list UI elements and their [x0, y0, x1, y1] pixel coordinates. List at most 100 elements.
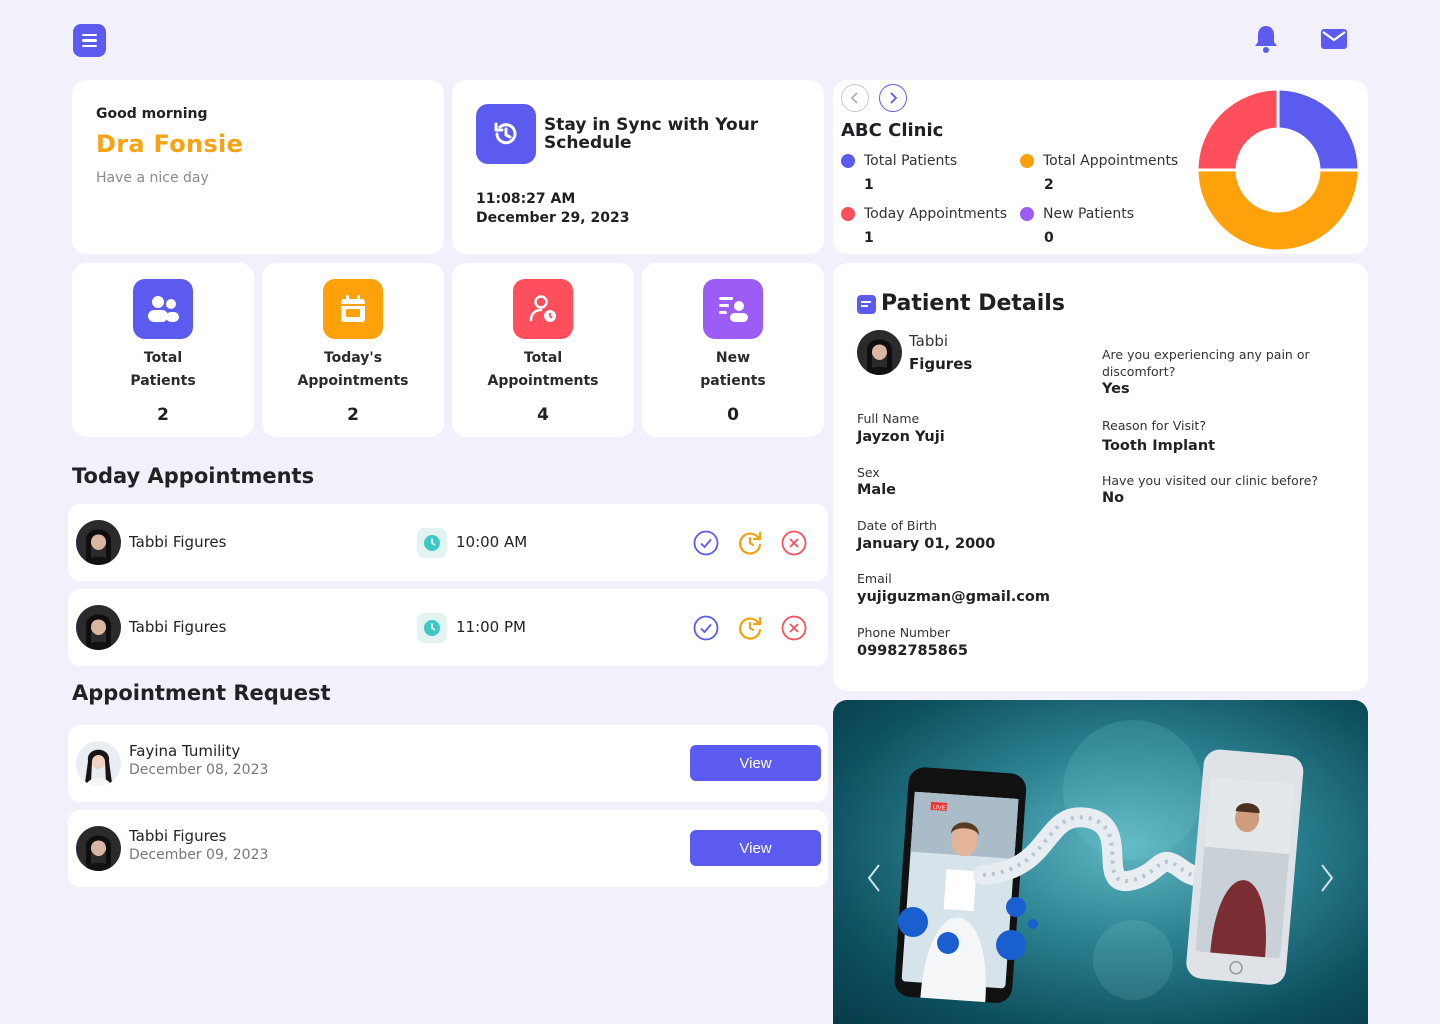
stat-card-new-patients: New patients 0 — [642, 263, 824, 437]
user-clock-icon — [529, 295, 556, 322]
stat-card-todays-appointments: Today's Appointments 2 — [262, 263, 444, 437]
clock-icon-box — [417, 528, 447, 558]
legend-dot — [841, 207, 855, 221]
view-button[interactable]: View — [690, 745, 821, 781]
legend-dot — [841, 154, 855, 168]
clock-icon — [424, 535, 440, 551]
check-icon[interactable] — [693, 615, 719, 641]
history-icon — [494, 122, 517, 145]
legend-today-appointments: Today Appointments — [841, 206, 1007, 222]
request-row: Fayina Tumility December 08, 2023 View — [68, 725, 828, 802]
clinic-donut-chart — [1196, 88, 1360, 252]
question-label: Are you experiencing any pain or discomf… — [1102, 347, 1310, 379]
reschedule-icon[interactable] — [737, 530, 763, 556]
stat-value: 0 — [727, 405, 739, 425]
bell-icon[interactable] — [1253, 24, 1279, 54]
chevron-left-icon — [850, 92, 858, 104]
request-row: Tabbi Figures December 09, 2023 View — [68, 810, 828, 887]
current-date: December 29, 2023 — [476, 210, 630, 226]
calendar-icon — [341, 295, 365, 322]
stat-label: Today's — [323, 350, 383, 366]
field-value: January 01, 2000 — [857, 536, 996, 552]
question-answer: No — [1102, 490, 1125, 506]
field-label: Phone Number — [857, 625, 950, 640]
stat-card-total-patients: Total Patients 2 — [72, 263, 254, 437]
patient-name: Tabbi Figures — [129, 533, 227, 551]
users-icon — [148, 296, 179, 322]
next-button[interactable] — [879, 84, 907, 112]
cancel-icon[interactable] — [781, 615, 807, 641]
stat-value: 2 — [347, 405, 359, 425]
chevron-left-icon[interactable] — [867, 864, 880, 892]
check-icon[interactable] — [693, 530, 719, 556]
stat-icon-box — [703, 279, 763, 339]
stat-label: patients — [700, 373, 766, 389]
greeting-subtitle: Have a nice day — [96, 170, 209, 186]
legend-dot — [1020, 207, 1034, 221]
telemedicine-banner: LIVE — [833, 700, 1368, 1024]
schedule-card: Stay in Sync with Your Schedule 11:08:27… — [452, 80, 824, 254]
patient-name: Tabbi Figures — [129, 618, 227, 636]
avatar — [76, 605, 121, 650]
question-label: Have you visited our clinic before? — [1102, 473, 1319, 488]
appointment-time: 10:00 AM — [456, 533, 528, 551]
mail-icon[interactable] — [1320, 27, 1348, 51]
request-date: December 09, 2023 — [129, 847, 269, 863]
stat-label: Total — [523, 350, 563, 366]
legend-total-appointments: Total Appointments — [1020, 153, 1178, 169]
greeting-card: Good morning Dra Fonsie Have a nice day — [72, 80, 444, 254]
field-value: 09982785865 — [857, 643, 968, 659]
appointment-row: Tabbi Figures 11:00 PM — [68, 589, 828, 666]
field-value: Male — [857, 482, 897, 498]
stat-value: 2 — [157, 405, 169, 425]
chevron-right-icon — [890, 92, 898, 104]
stat-icon-box — [323, 279, 383, 339]
legend-value: 1 — [864, 177, 874, 193]
question-answer: Yes — [1102, 381, 1130, 397]
legend-value: 2 — [1044, 177, 1054, 193]
reschedule-icon[interactable] — [737, 615, 763, 641]
stat-value: 4 — [537, 405, 549, 425]
question-answer: Tooth Implant — [1102, 438, 1216, 454]
today-appointments-title: Today Appointments — [72, 464, 315, 488]
user-list-icon — [719, 297, 748, 322]
appointment-row: Tabbi Figures 10:00 AM — [68, 504, 828, 581]
field-label: Date of Birth — [857, 518, 937, 533]
request-date: December 08, 2023 — [129, 762, 269, 778]
patient-first-name: Tabbi — [909, 332, 949, 350]
stat-label: Appointments — [297, 373, 409, 389]
legend-value: 1 — [864, 230, 874, 246]
schedule-icon-box — [476, 104, 536, 164]
legend-value: 0 — [1044, 230, 1054, 246]
patient-avatar — [857, 330, 902, 375]
clock-icon-box — [417, 613, 447, 643]
avatar — [76, 741, 121, 786]
telemedicine-illustration: LIVE — [867, 720, 1334, 1003]
clock-icon — [424, 620, 440, 636]
legend-dot — [1020, 154, 1034, 168]
cancel-icon[interactable] — [781, 530, 807, 556]
patient-details-card: Patient Details Tabbi Figures Full Name … — [833, 263, 1368, 691]
view-button[interactable]: View — [690, 830, 821, 866]
field-label: Full Name — [857, 411, 920, 426]
greeting-salutation: Good morning — [96, 106, 208, 122]
requester-name: Tabbi Figures — [129, 827, 227, 845]
chevron-right-icon[interactable] — [1321, 864, 1334, 892]
field-label: Email — [857, 571, 892, 586]
requester-name: Fayina Tumility — [129, 742, 241, 760]
stat-card-total-appointments: Total Appointments 4 — [452, 263, 634, 437]
menu-icon — [82, 33, 97, 37]
donut-slice-total-patients — [1276, 88, 1360, 172]
legend-total-patients: Total Patients — [841, 153, 957, 169]
doctor-name: Dra Fonsie — [96, 130, 244, 158]
menu-button[interactable] — [73, 24, 106, 57]
live-badge: LIVE — [932, 804, 946, 812]
question-label: Reason for Visit? — [1102, 418, 1206, 433]
patient-details-title: Patient Details — [881, 291, 1065, 316]
legend-new-patients: New Patients — [1020, 206, 1134, 222]
schedule-title: Stay in Sync with Your Schedule — [544, 115, 759, 153]
prev-button[interactable] — [841, 84, 869, 112]
document-icon — [857, 295, 876, 314]
clinic-name: ABC Clinic — [841, 120, 944, 141]
stat-icon-box — [133, 279, 193, 339]
